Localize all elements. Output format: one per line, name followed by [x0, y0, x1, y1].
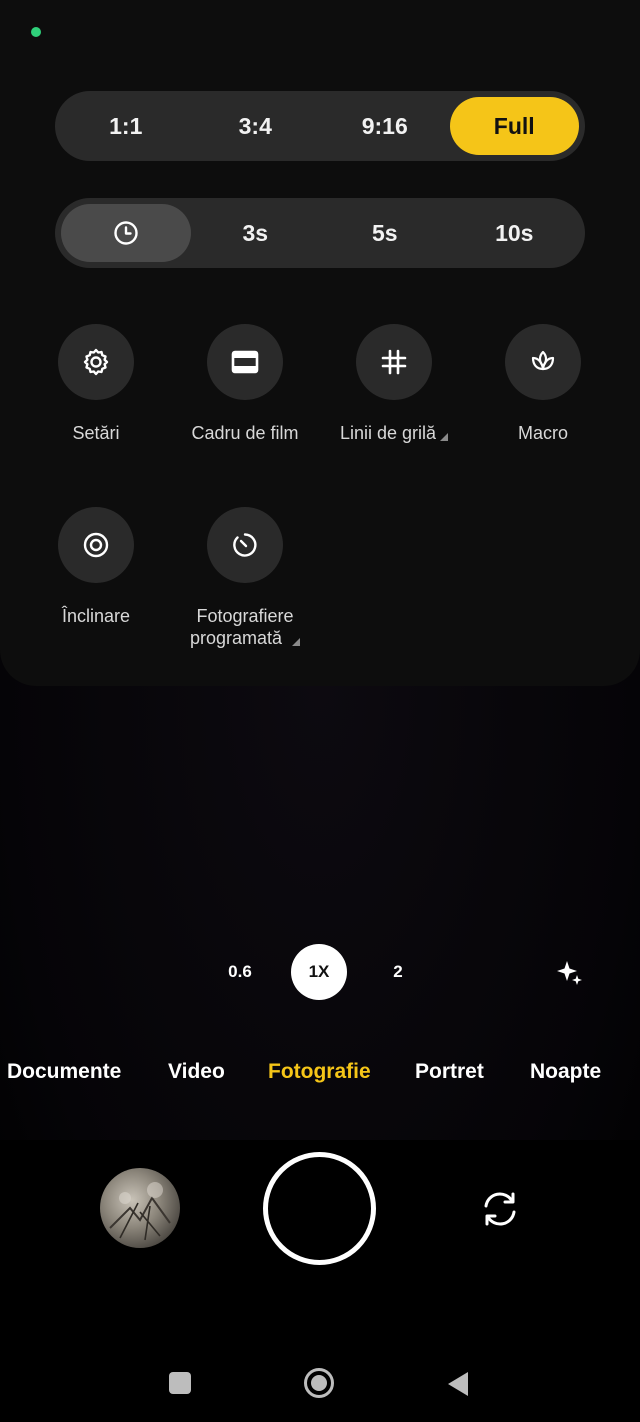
- ai-sparkle-icon[interactable]: [553, 957, 585, 989]
- timed-shot-icon: [233, 533, 257, 557]
- gear-icon: [83, 348, 109, 376]
- settings-panel: 1:1 3:4 9:16 Full 3s 5s 10s Setări Cadru…: [0, 0, 640, 686]
- zoom-2-button[interactable]: 2: [370, 944, 426, 1000]
- tilt-button[interactable]: [58, 507, 134, 583]
- mode-night[interactable]: Noapte: [530, 1060, 601, 1084]
- grid-lines-button[interactable]: [356, 324, 432, 400]
- mode-documents[interactable]: Documente: [7, 1060, 121, 1084]
- grid-icon: [381, 349, 407, 375]
- settings-button[interactable]: [58, 324, 134, 400]
- gallery-thumbnail[interactable]: [100, 1168, 180, 1248]
- ratio-option-9-16[interactable]: 9:16: [320, 97, 450, 155]
- thumbnail-image: [109, 1182, 171, 1241]
- timer-off-option[interactable]: [61, 204, 191, 262]
- tile-settings[interactable]: Setări: [21, 324, 171, 444]
- recents-icon[interactable]: [169, 1372, 191, 1394]
- back-icon[interactable]: [446, 1370, 470, 1398]
- timer-10s-option[interactable]: 10s: [450, 204, 580, 262]
- movie-frame-button[interactable]: [207, 324, 283, 400]
- timed-shot-label: Fotografiere programată: [190, 605, 301, 649]
- mode-video[interactable]: Video: [168, 1060, 225, 1084]
- mode-photo[interactable]: Fotografie: [268, 1060, 371, 1084]
- timed-shot-button[interactable]: [207, 507, 283, 583]
- clock-icon: [114, 221, 138, 245]
- expand-indicator-icon: [292, 638, 301, 646]
- tile-tilt[interactable]: Înclinare: [21, 507, 171, 627]
- macro-label: Macro: [517, 423, 568, 443]
- camera-mode-carousel[interactable]: Documente Video Fotografie Portret Noapt…: [0, 1052, 640, 1096]
- tile-timed-shot[interactable]: Fotografiere programată: [170, 507, 320, 649]
- movie-frame-label: Cadru de film: [191, 423, 299, 443]
- tile-grid-lines[interactable]: Linii de grilă: [319, 324, 469, 444]
- tile-macro[interactable]: Macro: [468, 324, 618, 444]
- privacy-indicator-dot: [31, 27, 41, 37]
- grid-lines-label: Linii de grilă: [340, 422, 449, 444]
- tilt-label: Înclinare: [61, 606, 131, 626]
- shutter-button[interactable]: [263, 1152, 376, 1265]
- mode-portrait[interactable]: Portret: [415, 1060, 484, 1084]
- system-navigation-bar: [0, 1340, 640, 1422]
- home-icon[interactable]: [303, 1367, 335, 1399]
- timer-5s-option[interactable]: 5s: [320, 204, 450, 262]
- settings-label: Setări: [72, 423, 120, 443]
- ratio-option-full[interactable]: Full: [449, 97, 579, 155]
- timer-3s-option[interactable]: 3s: [191, 204, 321, 262]
- movie-frame-icon: [231, 350, 259, 374]
- tilt-shift-icon: [83, 532, 109, 558]
- ratio-option-1-1[interactable]: 1:1: [61, 97, 191, 155]
- macro-flower-icon: [531, 350, 555, 371]
- tile-movie-frame[interactable]: Cadru de film: [170, 324, 320, 444]
- timer-selector: 3s 5s 10s: [55, 198, 585, 268]
- switch-camera-icon[interactable]: [479, 1188, 521, 1230]
- zoom-0-6-button[interactable]: 0.6: [212, 944, 268, 1000]
- macro-button[interactable]: [505, 324, 581, 400]
- ratio-option-3-4[interactable]: 3:4: [191, 97, 321, 155]
- aspect-ratio-selector: 1:1 3:4 9:16 Full: [55, 91, 585, 161]
- zoom-1x-button[interactable]: 1X: [291, 944, 347, 1000]
- expand-indicator-icon: [440, 433, 449, 441]
